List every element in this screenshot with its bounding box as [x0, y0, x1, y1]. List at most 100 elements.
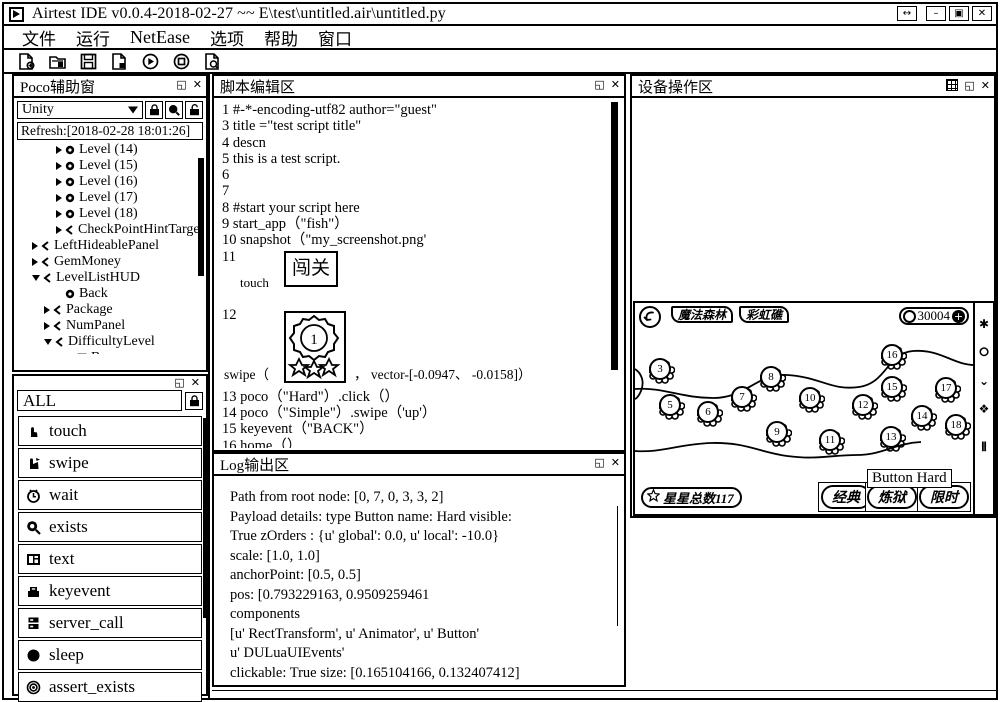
tree-node[interactable]: CheckPointHintTarget	[14, 222, 206, 238]
mode-classic-button[interactable]: 经典	[821, 485, 871, 509]
level-node-8[interactable]: 8	[760, 365, 786, 393]
command-item-sleep[interactable]: sleep	[18, 640, 202, 670]
tree-node[interactable]: NumPanel	[14, 318, 206, 334]
chevron-right-icon[interactable]	[56, 194, 62, 202]
chevron-right-icon[interactable]	[56, 210, 62, 218]
editor-scrollbar[interactable]	[611, 102, 618, 370]
level-node-11[interactable]: 11	[819, 428, 845, 456]
tree-scrollbar[interactable]	[198, 158, 204, 276]
close-button[interactable]: ✕	[972, 6, 992, 21]
float-button[interactable]: ◱	[176, 79, 186, 90]
tree-node[interactable]: Level (18)	[14, 206, 206, 222]
lock-icon[interactable]	[145, 101, 163, 119]
refresh-status[interactable]: Refresh:[2018-02-28 18:01:26]	[17, 122, 203, 140]
chevron-down-icon[interactable]	[44, 339, 52, 345]
save-as-icon[interactable]	[111, 52, 128, 70]
mode-hard-button[interactable]: 炼狱	[867, 485, 917, 509]
tree-node[interactable]: Package	[14, 302, 206, 318]
inspect-icon[interactable]	[165, 101, 183, 119]
chevron-down-icon[interactable]	[32, 275, 40, 281]
level-node-16[interactable]: 16	[881, 343, 907, 371]
run-script-icon[interactable]	[142, 53, 159, 70]
float-button[interactable]: ◱	[174, 377, 184, 388]
menu-file[interactable]: 文件	[22, 25, 56, 50]
close-button[interactable]: ✕	[611, 79, 620, 90]
lock-icon[interactable]	[185, 391, 203, 410]
menu-options[interactable]: 选项	[210, 25, 244, 50]
command-item-keyevent[interactable]: keyevent	[18, 576, 202, 606]
star-side-icon[interactable]: ✱	[979, 317, 989, 331]
command-list-scrollbar[interactable]	[203, 418, 208, 618]
poco-ui-tree[interactable]: Level (14) Level (15) Level (16) Level (17)…	[14, 142, 206, 354]
level-node-13[interactable]: 13	[880, 425, 906, 453]
view-report-icon[interactable]	[204, 52, 221, 70]
resize-button[interactable]: ↔	[897, 6, 917, 21]
swipe-target-thumbnail[interactable]: 1	[284, 310, 346, 383]
tree-node[interactable]: DifficultyLevel	[14, 334, 206, 350]
tree-node[interactable]: GemMoney	[14, 254, 206, 270]
chevron-right-icon[interactable]	[56, 178, 62, 186]
close-button[interactable]: ✕	[611, 457, 620, 468]
float-button[interactable]: ◱	[594, 79, 604, 90]
level-node-15[interactable]: 15	[881, 375, 907, 403]
tree-node[interactable]: Bg	[14, 350, 206, 354]
maximize-button[interactable]: ▣	[949, 6, 969, 21]
level-node-3[interactable]: 3	[649, 357, 675, 385]
command-item-text[interactable]: text	[18, 544, 202, 574]
log-output-text[interactable]: Path from root node: [0, 7, 0, 3, 3, 2] P…	[214, 476, 624, 684]
screenshot-icon[interactable]	[946, 79, 959, 91]
chevron-right-icon[interactable]	[44, 306, 50, 314]
save-script-icon[interactable]	[80, 53, 97, 70]
chevron-right-icon[interactable]	[56, 146, 62, 154]
menu-help[interactable]: 帮助	[264, 25, 298, 50]
circle-side-icon[interactable]: ⭘	[979, 345, 989, 360]
close-button[interactable]: ✕	[191, 377, 200, 388]
tree-node[interactable]: Level (15)	[14, 158, 206, 174]
chevron-right-icon[interactable]	[44, 322, 50, 330]
level-node-7[interactable]: 7	[731, 385, 757, 413]
level-node-10[interactable]: 10	[799, 386, 825, 414]
code-editor[interactable]: 1 #-*-encoding-utf82 author="guest" 3 tit…	[214, 98, 624, 448]
tree-node[interactable]: LeftHideablePanel	[14, 238, 206, 254]
level-node-14[interactable]: 14	[911, 404, 937, 432]
command-item-wait[interactable]: wait	[18, 480, 202, 510]
menu-run[interactable]: 运行	[76, 25, 110, 50]
tree-node[interactable]: Level (16)	[14, 174, 206, 190]
chevron-right-icon[interactable]	[32, 258, 38, 266]
chevron-right-icon[interactable]	[56, 162, 62, 170]
command-item-assert-exists[interactable]: assert_exists	[18, 672, 202, 702]
menu-netease[interactable]: NetEase	[130, 27, 190, 48]
command-item-touch[interactable]: touch	[18, 416, 202, 446]
chevron-right-icon[interactable]	[32, 242, 38, 250]
diamond-side-icon[interactable]: ❖	[979, 402, 990, 416]
engine-select[interactable]: Unity	[17, 101, 143, 119]
command-filter-select[interactable]: ALL	[17, 390, 182, 411]
tree-node[interactable]: Level (14)	[14, 142, 206, 158]
stop-script-icon[interactable]	[173, 53, 190, 70]
menu-window[interactable]: 窗口	[318, 25, 352, 50]
close-button[interactable]: ✕	[981, 80, 990, 91]
open-script-icon[interactable]	[49, 53, 66, 70]
level-node-18[interactable]: 18	[945, 413, 971, 441]
command-item-swipe[interactable]: swipe	[18, 448, 202, 478]
chevron-side-icon[interactable]: ⌄	[979, 374, 989, 388]
game-screen[interactable]: 魔法森林 彩虹礁 30004 + 星星总数117 经典 炼狱 限时 Button…	[635, 303, 975, 514]
menu-side-icon[interactable]: ⦀	[981, 440, 986, 455]
level-node-17[interactable]: 17	[935, 376, 961, 404]
command-item-exists[interactable]: exists	[18, 512, 202, 542]
tree-node[interactable]: Level (17)	[14, 190, 206, 206]
chevron-right-icon[interactable]	[56, 226, 62, 234]
touch-target-thumbnail[interactable]: 闯关	[284, 250, 338, 287]
level-node-5[interactable]: 5	[659, 393, 685, 421]
device-screen-mirror[interactable]: 魔法森林 彩虹礁 30004 + 星星总数117 经典 炼狱 限时 Button…	[633, 301, 995, 516]
mode-timed-button[interactable]: 限时	[919, 485, 969, 509]
new-script-icon[interactable]	[18, 52, 35, 70]
float-button[interactable]: ◱	[964, 80, 974, 91]
command-item-server-call[interactable]: server_call	[18, 608, 202, 638]
level-node-6[interactable]: 6	[697, 400, 723, 428]
tree-node[interactable]: Back	[14, 286, 206, 302]
close-button[interactable]: ✕	[193, 79, 202, 90]
tree-node[interactable]: LevelListHUD	[14, 270, 206, 286]
unlock-icon[interactable]	[185, 101, 203, 119]
level-node-12[interactable]: 12	[852, 393, 878, 421]
